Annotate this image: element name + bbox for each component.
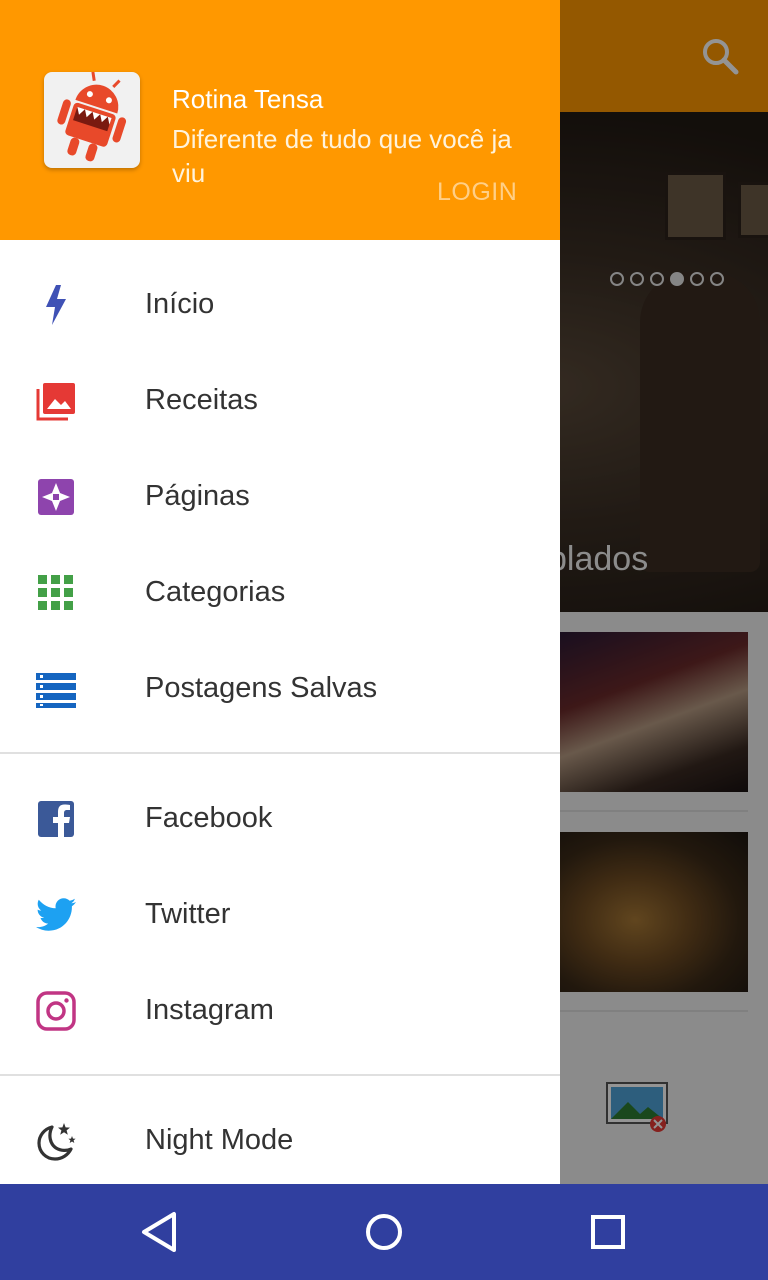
menu-item-twitter[interactable]: Twitter [0, 867, 560, 963]
menu-item-label: Receitas [145, 384, 258, 416]
list-icon [36, 673, 76, 708]
lightning-icon [46, 285, 66, 325]
recents-icon[interactable] [584, 1208, 632, 1256]
login-button[interactable]: LOGIN [437, 178, 517, 207]
menu-item-night-mode[interactable]: Night Mode [0, 1093, 560, 1184]
home-icon[interactable] [360, 1208, 408, 1256]
photo-library-icon [36, 383, 75, 421]
instagram-icon [36, 991, 76, 1031]
menu-item-label: Postagens Salvas [145, 672, 378, 704]
menu-item-label: Twitter [145, 898, 231, 930]
menu-item-label: Night Mode [145, 1124, 294, 1156]
menu-divider [0, 1074, 560, 1076]
system-navigation-bar [0, 1184, 768, 1280]
menu-item-postagens-salvas[interactable]: Postagens Salvas [0, 641, 560, 737]
moon-stars-icon [37, 1123, 76, 1161]
menu-item-label: Instagram [145, 994, 274, 1026]
app-name: Rotina Tensa [172, 84, 324, 114]
menu-item-inicio[interactable]: Início [0, 257, 560, 353]
twitter-icon [36, 898, 76, 931]
menu-item-categorias[interactable]: Categorias [0, 545, 560, 641]
menu-item-receitas[interactable]: Receitas [0, 353, 560, 449]
menu-item-label: Início [145, 288, 215, 320]
menu-divider [0, 752, 560, 754]
android-monster-icon [57, 71, 127, 162]
pages-icon [38, 479, 74, 515]
drawer-header: Rotina Tensa Diferente de tudo que você … [0, 0, 560, 240]
menu-item-label: Facebook [145, 802, 273, 834]
menu-item-label: Categorias [145, 576, 286, 608]
menu-item-facebook[interactable]: Facebook [0, 771, 560, 867]
menu-item-instagram[interactable]: Instagram [0, 963, 560, 1059]
menu-item-paginas[interactable]: Páginas [0, 449, 560, 545]
grid-icon [38, 575, 73, 610]
facebook-icon [38, 801, 74, 837]
back-icon[interactable] [136, 1208, 184, 1256]
navigation-drawer: Rotina Tensa Diferente de tudo que você … [0, 0, 560, 1184]
app-logo [44, 71, 140, 168]
menu-item-label: Páginas [145, 480, 250, 512]
